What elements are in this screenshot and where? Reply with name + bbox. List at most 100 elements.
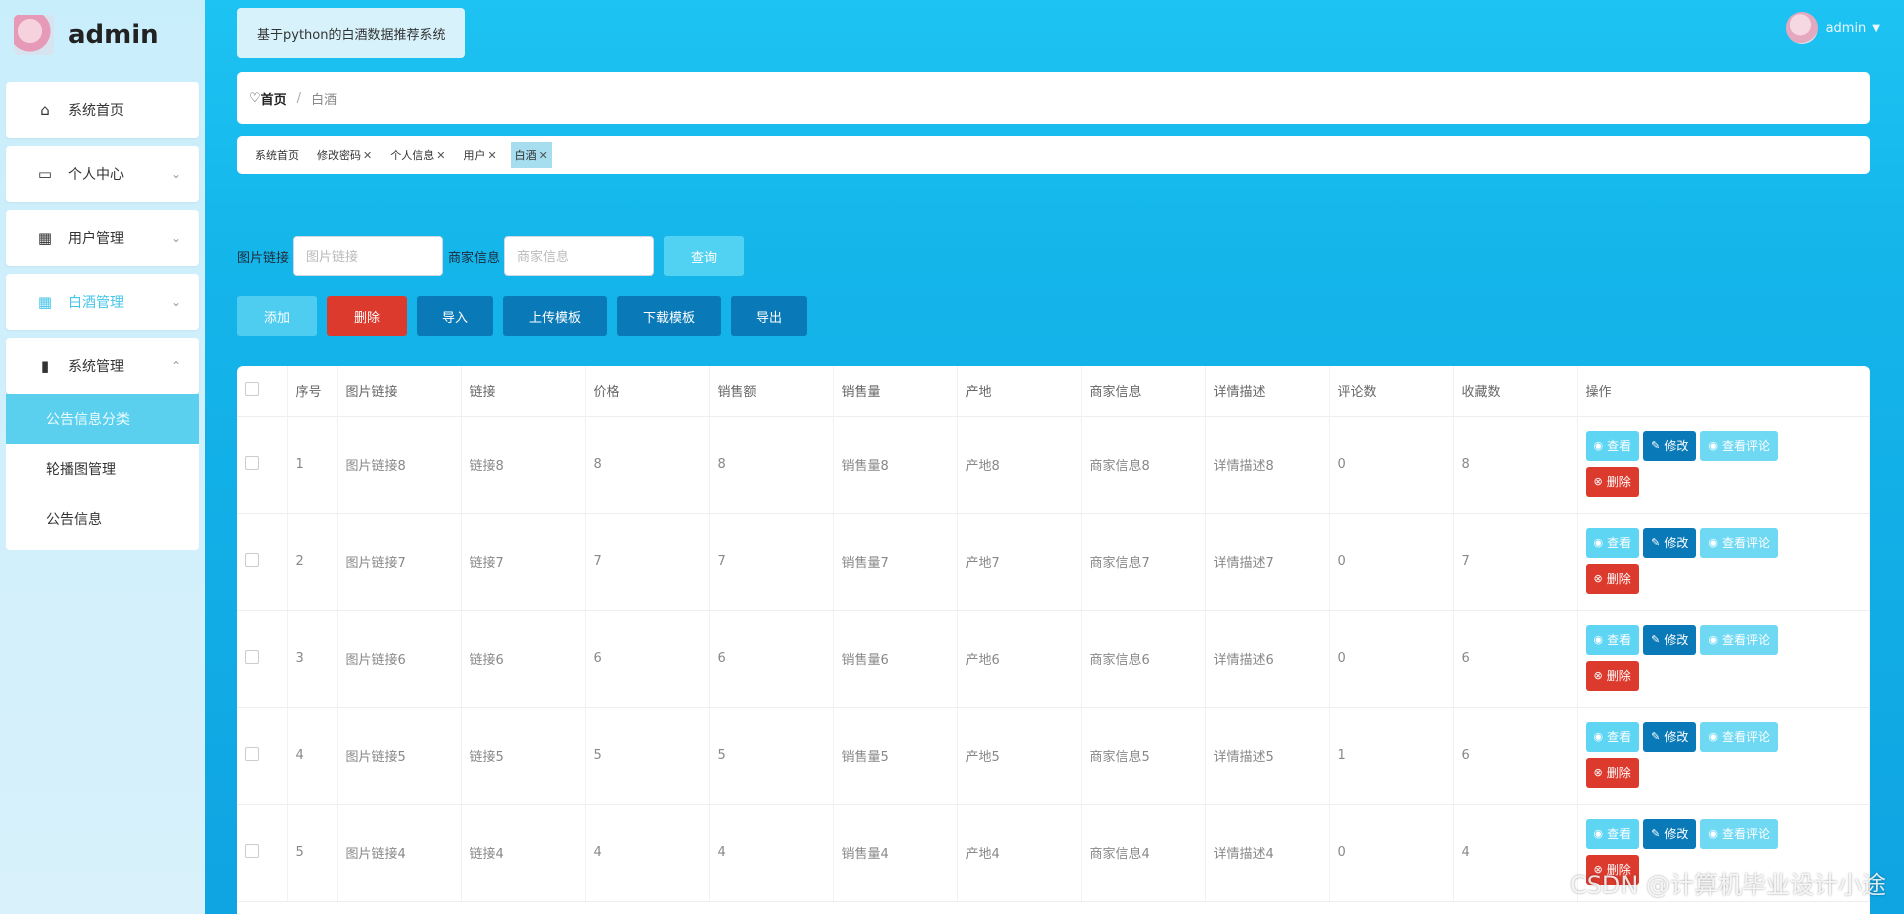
eye-icon: ◉ xyxy=(1708,633,1718,646)
table-cell: 商家信息8 xyxy=(1081,416,1206,514)
username: admin xyxy=(1825,20,1867,36)
button-label: 修改 xyxy=(1664,633,1689,647)
table-cell: 详情描述4 xyxy=(1205,804,1330,902)
view-comments-button[interactable]: ◉ 查看评论 xyxy=(1700,721,1778,752)
view-comments-button[interactable]: ◉ 查看评论 xyxy=(1700,430,1778,461)
export-button[interactable]: 导出 xyxy=(731,296,807,336)
view-button[interactable]: ◉ 查看 xyxy=(1585,430,1640,461)
table-cell: 6 xyxy=(1453,707,1578,805)
main-area: 基于python的白酒数据推荐系统 admin ▼ ♡ 首页 / 白酒 系统首页… xyxy=(205,0,1904,914)
button-label: 修改 xyxy=(1664,730,1689,744)
tag-label: 个人信息 xyxy=(390,149,435,162)
edit-button[interactable]: ✎ 修改 xyxy=(1643,624,1697,655)
tag-home[interactable]: 系统首页 xyxy=(251,142,303,168)
table-cell: 8 xyxy=(1453,416,1578,514)
view-button[interactable]: ◉ 查看 xyxy=(1585,624,1640,655)
button-label: 删除 xyxy=(1606,572,1631,586)
row-checkbox[interactable] xyxy=(245,649,259,664)
tag-user[interactable]: 用户 ✕ xyxy=(459,142,500,168)
search-form: 图片链接 商家信息 查询 xyxy=(237,236,745,276)
breadcrumb-home[interactable]: 首页 xyxy=(261,89,287,108)
table-cell: 7 xyxy=(1453,513,1578,611)
col-header: 收藏数 xyxy=(1453,366,1578,417)
delete-button[interactable]: 删除 xyxy=(327,296,407,336)
view-button[interactable]: ◉ 查看 xyxy=(1585,721,1640,752)
table-cell: 6 xyxy=(709,610,834,708)
pencil-icon: ✎ xyxy=(1651,536,1661,549)
sidebar-item-system[interactable]: ▮ 系统管理 ⌃ xyxy=(6,338,199,394)
row-checkbox[interactable] xyxy=(245,455,259,470)
row-actions: ◉ 查看 ✎ 修改 ◉ 查看评论 ⊗ 删除 xyxy=(1585,623,1816,695)
table-cell: 7 xyxy=(709,513,834,611)
user-menu[interactable]: admin ▼ xyxy=(1785,12,1880,44)
table-cell: 0 xyxy=(1329,804,1454,902)
sidebar-item-users[interactable]: ▦ 用户管理 ⌄ xyxy=(6,210,199,266)
close-circle-icon: ⊗ xyxy=(1593,766,1603,779)
edit-button[interactable]: ✎ 修改 xyxy=(1643,527,1697,558)
sidebar-item-home[interactable]: ⌂ 系统首页 xyxy=(6,82,199,138)
breadcrumb-separator: / xyxy=(296,90,302,106)
row-checkbox[interactable] xyxy=(245,843,259,858)
row-delete-button[interactable]: ⊗ 删除 xyxy=(1585,757,1639,788)
heart-icon: ♡ xyxy=(249,90,261,106)
row-delete-button[interactable]: ⊗ 删除 xyxy=(1585,563,1639,594)
edit-button[interactable]: ✎ 修改 xyxy=(1643,721,1697,752)
table-cell: 产地7 xyxy=(957,513,1082,611)
table-cell: 商家信息5 xyxy=(1081,707,1206,805)
table-cell: 链接6 xyxy=(461,610,586,708)
submenu-item-carousel[interactable]: 轮播图管理 xyxy=(6,444,199,494)
watermark: CSDN @计算机毕业设计小途 xyxy=(1569,871,1886,899)
view-comments-button[interactable]: ◉ 查看评论 xyxy=(1700,527,1778,558)
grid-icon: ▦ xyxy=(37,229,53,247)
col-header: 产地 xyxy=(957,366,1082,417)
select-all-checkbox[interactable] xyxy=(245,381,259,396)
eye-icon: ◉ xyxy=(1708,439,1718,452)
button-label: 修改 xyxy=(1664,536,1689,550)
image-link-label: 图片链接 xyxy=(237,250,290,266)
table-cell: 销售量6 xyxy=(833,610,958,708)
row-checkbox[interactable] xyxy=(245,746,259,761)
side-menu: ⌂ 系统首页 ▭ 个人中心 ⌄ ▦ 用户管理 ⌄ ▦ 白酒管理 ⌄ ▮ 系统管理… xyxy=(0,70,205,550)
eye-icon: ◉ xyxy=(1593,730,1604,743)
import-button[interactable]: 导入 xyxy=(417,296,493,336)
col-header: 销售量 xyxy=(833,366,958,417)
upload-template-button[interactable]: 上传模板 xyxy=(503,296,607,336)
query-button[interactable]: 查询 xyxy=(664,236,745,276)
tag-profile[interactable]: 个人信息 ✕ xyxy=(386,142,449,168)
close-icon[interactable]: ✕ xyxy=(539,149,548,162)
row-delete-button[interactable]: ⊗ 删除 xyxy=(1585,466,1639,497)
button-label: 删除 xyxy=(1606,766,1631,780)
table-cell: 2 xyxy=(287,513,338,611)
image-link-input[interactable] xyxy=(293,236,444,276)
submenu-item-notice[interactable]: 公告信息 xyxy=(6,494,199,544)
table-cell: 7 xyxy=(585,513,710,611)
col-header: 序号 xyxy=(287,366,338,417)
table-cell: 链接7 xyxy=(461,513,586,611)
table-cell: 链接5 xyxy=(461,707,586,805)
edit-button[interactable]: ✎ 修改 xyxy=(1643,430,1697,461)
table-cell: 链接8 xyxy=(461,416,586,514)
submenu-item-notice-category[interactable]: 公告信息分类 xyxy=(6,394,199,444)
add-button[interactable]: 添加 xyxy=(237,296,317,336)
tag-change-password[interactable]: 修改密码 ✕ xyxy=(313,142,376,168)
download-template-button[interactable]: 下载模板 xyxy=(617,296,721,336)
view-comments-button[interactable]: ◉ 查看评论 xyxy=(1700,624,1778,655)
table-cell: 产地6 xyxy=(957,610,1082,708)
view-button[interactable]: ◉ 查看 xyxy=(1585,818,1640,849)
close-icon[interactable]: ✕ xyxy=(487,149,496,162)
merchant-info-input[interactable] xyxy=(504,236,655,276)
chevron-up-icon: ⌃ xyxy=(170,359,181,373)
row-delete-button[interactable]: ⊗ 删除 xyxy=(1585,660,1639,691)
tag-baijiu[interactable]: 白酒 ✕ xyxy=(510,142,552,168)
button-label: 修改 xyxy=(1664,439,1689,453)
edit-button[interactable]: ✎ 修改 xyxy=(1643,818,1697,849)
table-cell: 产地4 xyxy=(957,804,1082,902)
sidebar-item-baijiu[interactable]: ▦ 白酒管理 ⌄ xyxy=(6,274,199,330)
close-icon[interactable]: ✕ xyxy=(436,149,445,162)
view-button[interactable]: ◉ 查看 xyxy=(1585,527,1640,558)
row-checkbox[interactable] xyxy=(245,552,259,567)
button-label: 修改 xyxy=(1664,827,1689,841)
view-comments-button[interactable]: ◉ 查看评论 xyxy=(1700,818,1778,849)
sidebar-item-profile[interactable]: ▭ 个人中心 ⌄ xyxy=(6,146,199,202)
close-icon[interactable]: ✕ xyxy=(363,149,372,162)
